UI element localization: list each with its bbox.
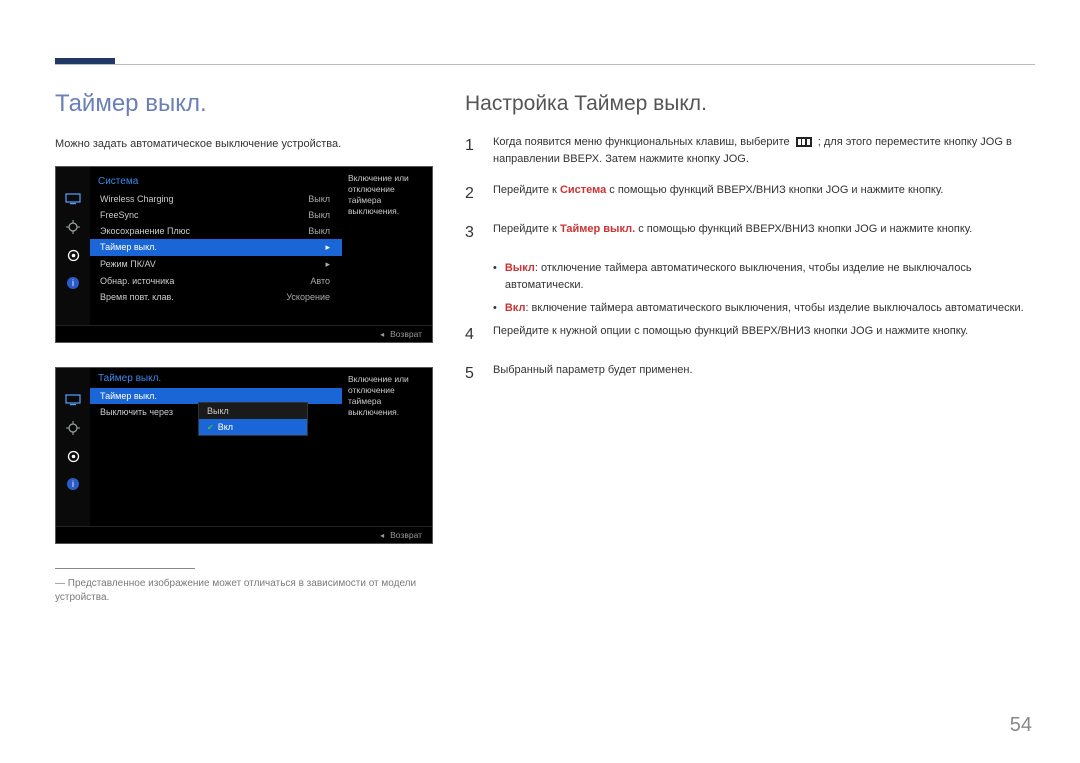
step-1: 1 Когда появится меню функциональных кла… xyxy=(465,134,1035,168)
osd-option-popup: Выкл ✔Вкл xyxy=(198,402,308,436)
step-5: 5 Выбранный параметр будет применен. xyxy=(465,362,1035,387)
svg-text:i: i xyxy=(72,278,74,288)
osd-row: FreeSyncВыкл xyxy=(90,207,342,223)
step-number: 1 xyxy=(465,134,479,168)
step-body: Выбранный параметр будет применен. xyxy=(493,362,1035,387)
footnote-divider xyxy=(55,568,195,569)
osd-main-panel: Система Wireless ChargingВыкл FreeSyncВы… xyxy=(90,167,432,325)
gear-icon xyxy=(63,245,83,265)
osd-menu-title: Система xyxy=(90,171,342,191)
step-number: 5 xyxy=(465,362,479,387)
osd-row: Wireless ChargingВыкл xyxy=(90,191,342,207)
step-body: Перейдите к Таймер выкл. с помощью функц… xyxy=(493,221,1035,246)
osd-screenshot-system: i Система Wireless ChargingВыкл FreeSync… xyxy=(55,166,433,343)
step-body: Когда появится меню функциональных клави… xyxy=(493,134,1035,168)
footnote-text: ― Представленное изображение может отлич… xyxy=(55,577,435,605)
osd-row: Режим ПК/AV▸ xyxy=(90,256,342,273)
bullet-item: Выкл: отключение таймера автоматического… xyxy=(493,260,1035,294)
step-body: Перейдите к нужной опции с помощью функц… xyxy=(493,323,1035,348)
section-title-right: Настройка Таймер выкл. xyxy=(465,92,1035,116)
osd-footer: Возврат xyxy=(56,325,432,342)
osd-description: Включение или отключение таймера выключе… xyxy=(342,167,432,223)
step-2: 2 Перейдите к Система с помощью функций … xyxy=(465,182,1035,207)
section-title-left: Таймер выкл. xyxy=(55,90,435,118)
bullet-item: Вкл: включение таймера автоматического в… xyxy=(493,300,1035,317)
osd-row: Экосохранение ПлюсВыкл xyxy=(90,223,342,239)
header-divider xyxy=(55,64,1035,65)
step-number: 3 xyxy=(465,221,479,246)
intro-text: Можно задать автоматическое выключение у… xyxy=(55,138,435,150)
osd-main-panel: Таймер выкл. Таймер выкл. Выключить чере… xyxy=(90,368,432,526)
info-icon: i xyxy=(63,474,83,494)
gear-icon xyxy=(63,446,83,466)
target-icon xyxy=(63,418,83,438)
step-number: 2 xyxy=(465,182,479,207)
osd-row: Время повт. клав.Ускорение xyxy=(90,289,342,305)
osd-menu-title: Таймер выкл. xyxy=(90,368,342,388)
osd-description: Включение или отключение таймера выключе… xyxy=(342,368,432,424)
check-icon: ✔ xyxy=(207,423,214,432)
monitor-icon xyxy=(63,189,83,209)
osd-screenshot-timer: i Таймер выкл. Таймер выкл. Выключить че… xyxy=(55,367,433,544)
steps-list: 1 Когда появится меню функциональных кла… xyxy=(465,134,1035,386)
osd-footer: Возврат xyxy=(56,526,432,543)
osd-option-selected: ✔Вкл xyxy=(199,419,307,435)
target-icon xyxy=(63,217,83,237)
osd-option: Выкл xyxy=(199,403,307,419)
monitor-icon xyxy=(63,390,83,410)
bullet-list: Выкл: отключение таймера автоматического… xyxy=(493,260,1035,317)
menu-key-icon xyxy=(796,137,812,147)
step-4: 4 Перейдите к нужной опции с помощью фун… xyxy=(465,323,1035,348)
osd-row-highlighted: Таймер выкл.▸ xyxy=(90,239,342,256)
step-body: Перейдите к Система с помощью функций ВВ… xyxy=(493,182,1035,207)
page-body: Таймер выкл. Можно задать автоматическое… xyxy=(55,90,1035,723)
osd-row: Обнар. источникаАвто xyxy=(90,273,342,289)
page-number: 54 xyxy=(1010,714,1032,737)
step-number: 4 xyxy=(465,323,479,348)
osd-sidebar: i xyxy=(56,368,90,526)
right-column: Настройка Таймер выкл. 1 Когда появится … xyxy=(465,90,1035,723)
osd-sidebar: i xyxy=(56,167,90,325)
info-icon: i xyxy=(63,273,83,293)
step-3: 3 Перейдите к Таймер выкл. с помощью фун… xyxy=(465,221,1035,246)
left-column: Таймер выкл. Можно задать автоматическое… xyxy=(55,90,435,723)
svg-text:i: i xyxy=(72,479,74,489)
